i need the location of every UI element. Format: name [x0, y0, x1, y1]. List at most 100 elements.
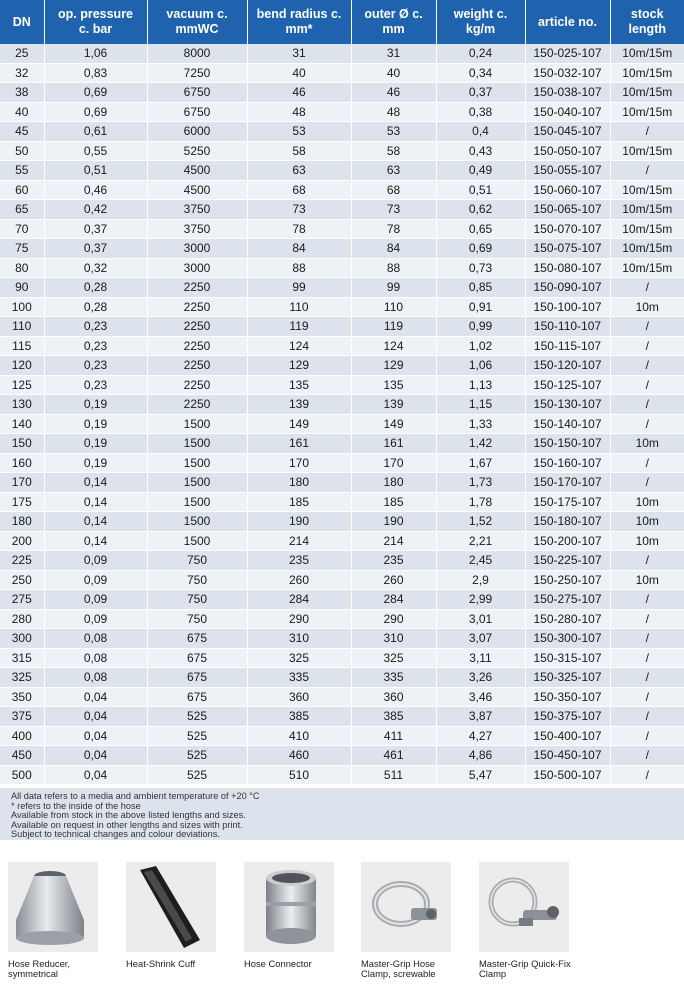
table-cell: 10m/15m	[609, 258, 684, 278]
table-row: 280 0,09 750 290 290 3,01 150-280-107/	[0, 609, 684, 629]
table-cell: 0,14	[43, 492, 147, 512]
table-row: 115 0,23 2250 124 124 1,02 150-115-107/	[0, 336, 684, 356]
table-cell: 68	[246, 180, 351, 200]
table-cell: 130	[0, 394, 44, 415]
table-cell: 48	[350, 102, 436, 122]
table-cell: 214	[350, 531, 436, 551]
table-cell: 525	[146, 706, 247, 727]
table-cell: /	[609, 414, 684, 434]
table-cell: 0,14	[43, 531, 147, 551]
table-cell: 150-075-107	[524, 238, 610, 259]
table-cell: /	[609, 121, 684, 142]
table-cell: 160	[0, 453, 44, 473]
table-cell: 150-275-107	[524, 589, 610, 610]
table-cell: /	[609, 589, 684, 610]
table-row: 55 0,51 4500 63 63 0,49 150-055-107/	[0, 160, 684, 181]
table-cell: 0,69	[435, 238, 525, 259]
table-cell: 3750	[146, 219, 247, 239]
table-cell: 80	[0, 258, 44, 278]
table-cell: 6000	[146, 121, 247, 142]
table-cell: 2,99	[435, 589, 525, 610]
table-cell: 10m/15m	[609, 219, 684, 239]
table-cell: 139	[350, 394, 436, 415]
table-row: 50 0,55 5250 58 58 0,43 150-050-107 10m/15m	[0, 141, 684, 161]
table-cell: 0,49	[435, 160, 525, 181]
table-cell: 1,73	[435, 472, 525, 493]
table-cell: 250	[0, 570, 44, 590]
table-cell: 150-315-107	[524, 648, 610, 668]
table-cell: 1,52	[435, 511, 525, 532]
accessory-hose-connector[interactable]: Hose Connector	[241, 862, 341, 992]
table-cell: 110	[246, 297, 351, 317]
table-cell: 1,06	[435, 355, 525, 376]
table-cell: 119	[246, 316, 351, 337]
table-cell: 129	[350, 355, 436, 376]
table-cell: 150-025-107	[524, 44, 610, 64]
table-cell: 0,23	[43, 336, 147, 356]
table-cell: 150-055-107	[524, 160, 610, 181]
table-cell: 385	[246, 706, 351, 727]
table-cell: 0,62	[435, 199, 525, 220]
table-cell: 4500	[146, 180, 247, 200]
table-cell: 150-150-107	[524, 433, 610, 454]
accessory-heat-shrink-cuff[interactable]: Heat-Shrink Cuff	[123, 862, 223, 992]
table-cell: 0,19	[43, 453, 147, 473]
table-row: 125 0,23 2250 135 135 1,13 150-125-107/	[0, 375, 684, 395]
table-cell: 500	[0, 765, 44, 785]
table-cell: 185	[350, 492, 436, 512]
note-line: Subject to technical changes and colour …	[11, 829, 220, 840]
column-header: weight c. kg/m	[435, 0, 525, 44]
table-cell: 200	[0, 531, 44, 551]
table-cell: 150-125-107	[524, 375, 610, 395]
table-cell: 0,23	[43, 316, 147, 337]
table-cell: 0,04	[43, 745, 147, 766]
table-row: 170 0,14 1500 180 180 1,73 150-170-107/	[0, 472, 684, 493]
table-row: 275 0,09 750 284 284 2,99 150-275-107/	[0, 589, 684, 610]
table-cell: 68	[350, 180, 436, 200]
table-cell: 150-225-107	[524, 550, 610, 571]
table-cell: 84	[246, 238, 351, 259]
column-header: outer Ø c. mm	[350, 0, 436, 44]
table-cell: 75	[0, 238, 44, 259]
table-cell: 0,38	[435, 102, 525, 122]
table-cell: 120	[0, 355, 44, 376]
accessory-row: Hose Reducer, symmetrical Heat-Shrink Cu…	[0, 862, 684, 1000]
table-cell: 140	[0, 414, 44, 434]
table-cell: 4500	[146, 160, 247, 181]
table-cell: 411	[350, 726, 436, 746]
table-cell: 53	[350, 121, 436, 142]
table-cell: 284	[246, 589, 351, 610]
table-cell: 10m	[609, 511, 684, 532]
table-cell: 310	[350, 628, 436, 649]
table-cell: 1500	[146, 433, 247, 454]
table-row: 38 0,69 6750 46 46 0,37 150-038-107 10m/15m	[0, 82, 684, 103]
table-cell: 40	[246, 63, 351, 83]
table-cell: 170	[246, 453, 351, 473]
table-cell: 7250	[146, 63, 247, 83]
table-cell: 150-130-107	[524, 394, 610, 415]
table-cell: 325	[0, 667, 44, 688]
table-cell: 150-100-107	[524, 297, 610, 317]
table-cell: 0,83	[43, 63, 147, 83]
table-cell: 63	[246, 160, 351, 181]
table-cell: 461	[350, 745, 436, 766]
table-cell: 161	[246, 433, 351, 454]
table-cell: 375	[0, 706, 44, 727]
table-cell: 5,47	[435, 765, 525, 785]
table-cell: 150-180-107	[524, 511, 610, 532]
table-cell: 510	[246, 765, 351, 785]
table-cell: 25	[0, 44, 44, 64]
table-row: 90 0,28 2250 99 99 0,85 150-090-107/	[0, 277, 684, 298]
accessory-hose-reducer[interactable]: Hose Reducer, symmetrical	[5, 862, 105, 992]
table-cell: 0,19	[43, 414, 147, 434]
table-cell: 0,51	[43, 160, 147, 181]
table-cell: /	[609, 472, 684, 493]
table-cell: 750	[146, 589, 247, 610]
accessory-quick-fix-clamp[interactable]: Master-Grip Quick-Fix Clamp	[476, 862, 576, 992]
table-cell: 3000	[146, 258, 247, 278]
table-cell: 2250	[146, 316, 247, 337]
table-cell: 10m/15m	[609, 63, 684, 83]
accessory-hose-clamp[interactable]: Master-Grip Hose Clamp, screwable	[358, 862, 458, 992]
table-cell: 525	[146, 726, 247, 746]
table-cell: 50	[0, 141, 44, 161]
